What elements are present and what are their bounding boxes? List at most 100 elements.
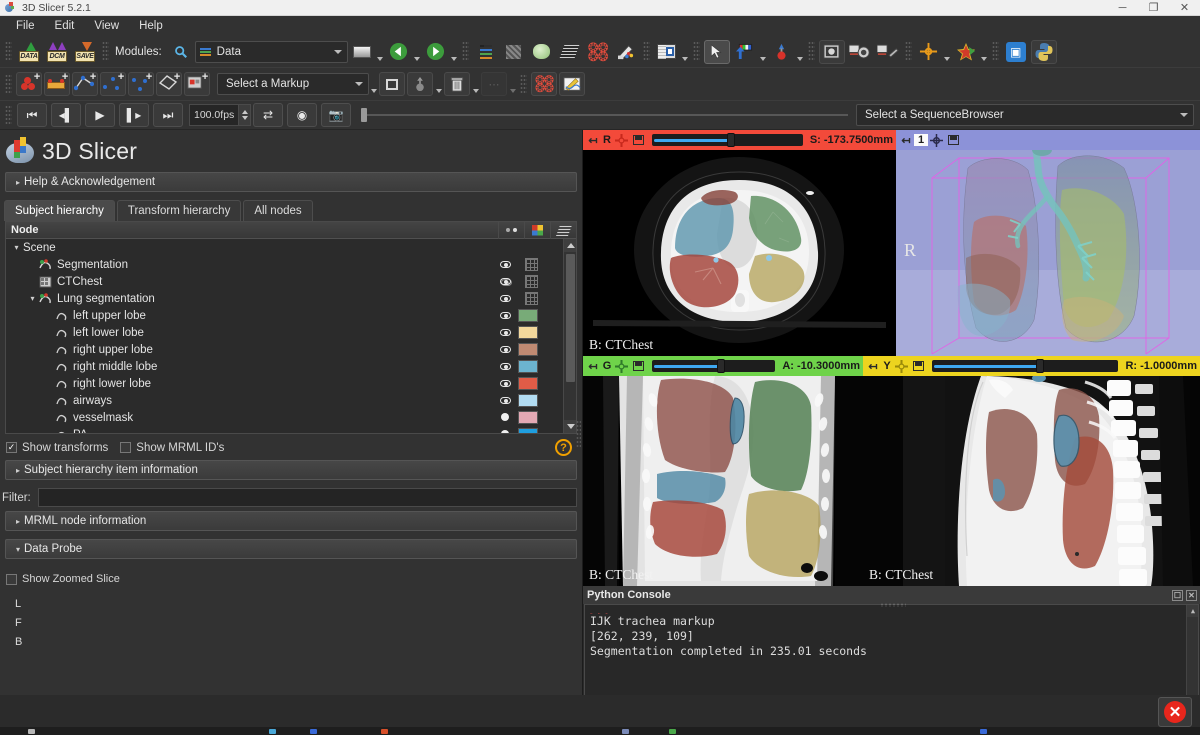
console-scrollbar[interactable]: ▲ ▼: [1186, 605, 1198, 708]
angle-icon[interactable]: +: [72, 72, 98, 96]
view-splitter[interactable]: [880, 603, 906, 607]
show-in-3d-icon[interactable]: [631, 359, 646, 373]
tab-all-nodes[interactable]: All nodes: [243, 200, 312, 221]
sequence-chevron-down-icon[interactable]: [1177, 113, 1191, 117]
line-icon[interactable]: +: [44, 72, 70, 96]
scroll-down-icon[interactable]: [564, 420, 576, 433]
crosshair-point-chevron-down-icon[interactable]: [796, 40, 805, 64]
tab-subject-hierarchy[interactable]: Subject hierarchy: [4, 200, 115, 221]
first-frame-icon[interactable]: ⏮: [17, 103, 47, 127]
tree-row-ctchest[interactable]: CTChest: [6, 273, 576, 290]
python-icon[interactable]: [1031, 40, 1057, 64]
models-icon[interactable]: [529, 40, 555, 64]
threed-view[interactable]: ↤ 1: [896, 130, 1200, 356]
delete-chevron-down-icon[interactable]: [471, 72, 480, 96]
modules-toolbar-grip[interactable]: [102, 41, 109, 62]
menu-file[interactable]: File: [6, 18, 45, 34]
tree-column-node[interactable]: Node: [11, 224, 39, 236]
crosshair-jump-icon[interactable]: ❂❂❂❂: [531, 72, 557, 96]
module-selector[interactable]: Data: [195, 41, 348, 63]
segment-color-swatch[interactable]: [518, 309, 538, 322]
tree-scrollbar[interactable]: [563, 239, 576, 433]
closed-curve-icon[interactable]: +: [128, 72, 154, 96]
module-favorites-icon[interactable]: [473, 40, 499, 64]
segment-color-swatch[interactable]: [518, 326, 538, 339]
segment-color-swatch[interactable]: [518, 360, 538, 373]
segment-color-swatch[interactable]: [518, 394, 538, 407]
screenshot-layout-icon[interactable]: [654, 40, 680, 64]
undock-icon[interactable]: ☐: [1172, 590, 1183, 601]
chevron-down-icon[interactable]: [331, 50, 345, 54]
visibility-eye-icon[interactable]: [498, 344, 512, 356]
visibility-eye-icon[interactable]: [498, 378, 512, 390]
roi-icon[interactable]: +: [184, 72, 210, 96]
visibility-eye-icon[interactable]: [498, 293, 512, 305]
taskbar-item[interactable]: [980, 729, 987, 734]
plane-icon[interactable]: +: [156, 72, 182, 96]
modules-fav-grip[interactable]: [462, 41, 469, 62]
visibility-eye-icon[interactable]: [498, 259, 512, 271]
extensions-grip[interactable]: [992, 41, 999, 62]
tree-row-pa[interactable]: PA: [6, 426, 576, 433]
transform-grid-icon[interactable]: [525, 275, 538, 288]
help-acknowledgement-section[interactable]: Help & Acknowledgement: [5, 172, 577, 192]
layout-icon[interactable]: [349, 40, 375, 64]
load-data-icon[interactable]: DATA: [16, 40, 42, 64]
visibility-eye-icon[interactable]: [498, 395, 512, 407]
lock-icon[interactable]: [407, 72, 433, 96]
window-level-icon[interactable]: [732, 40, 758, 64]
tree-row-vesselmask[interactable]: vesselmask: [6, 409, 576, 426]
snapshot-icon[interactable]: 📷: [321, 103, 351, 127]
taskbar-item[interactable]: [269, 729, 276, 734]
axial-slice-view[interactable]: ↤ R S: -173.7500mm: [583, 130, 896, 356]
sagittal-slice-view[interactable]: ↤ Y R: -1.0000mm: [863, 356, 1200, 586]
visibility-eye-icon[interactable]: [498, 361, 512, 373]
reset-field-of-view-icon[interactable]: [614, 133, 629, 147]
markup-selector[interactable]: Select a Markup: [217, 73, 369, 95]
segment-color-swatch[interactable]: [518, 377, 538, 390]
taskbar-item[interactable]: [381, 729, 388, 734]
data-probe-section[interactable]: Data Probe: [5, 539, 577, 559]
tree-row-airways[interactable]: airways: [6, 392, 576, 409]
place-mode-icon[interactable]: [379, 72, 405, 96]
point-list-icon[interactable]: +: [16, 72, 42, 96]
tree-row-right-middle-lobe[interactable]: right middle lobe: [6, 358, 576, 375]
color-icon[interactable]: [953, 40, 979, 64]
extensions-icon[interactable]: ▣: [1003, 40, 1029, 64]
tree-column-visibility[interactable]: [498, 222, 524, 239]
mouse-grip[interactable]: [693, 41, 700, 62]
capture-grip[interactable]: [808, 41, 815, 62]
visibility-eye-icon[interactable]: [498, 327, 512, 339]
color-chevron-down-icon[interactable]: [980, 40, 989, 64]
tree-row-scene[interactable]: ▾Scene: [6, 239, 576, 256]
tree-row-right-upper-lobe[interactable]: right upper lobe: [6, 341, 576, 358]
crosshair-icon[interactable]: [916, 40, 942, 64]
chevron-down-icon[interactable]: ▾: [26, 294, 39, 303]
fps-input[interactable]: 100.0fps: [189, 104, 251, 126]
delete-icon[interactable]: [444, 72, 470, 96]
undo-icon[interactable]: [386, 40, 412, 64]
segment-color-swatch[interactable]: [518, 343, 538, 356]
curve-icon[interactable]: +: [100, 72, 126, 96]
transform-grid-icon[interactable]: [525, 292, 538, 305]
layout-chevron-down-icon[interactable]: [376, 40, 385, 64]
markups-toolbar-grip[interactable]: [5, 74, 12, 95]
redo-chevron-down-icon[interactable]: [450, 40, 459, 64]
save-data-icon[interactable]: SAVE: [72, 40, 98, 64]
markup-extra-chevron-down-icon[interactable]: [369, 72, 378, 96]
loop-icon[interactable]: ⇄: [253, 103, 283, 127]
tree-row-left-upper-lobe[interactable]: left upper lobe: [6, 307, 576, 324]
tree-row-lung-segmentation[interactable]: ▾Lung segmentation: [6, 290, 576, 307]
sagittal-slice-offset-slider[interactable]: [932, 360, 1118, 372]
last-frame-icon[interactable]: ⏭: [153, 103, 183, 127]
menu-help[interactable]: Help: [129, 18, 173, 34]
sequence-slider[interactable]: [361, 105, 848, 125]
center-view-icon[interactable]: [929, 133, 944, 147]
crosshair-grip[interactable]: [905, 41, 912, 62]
item-information-section[interactable]: Subject hierarchy item information: [5, 460, 577, 480]
scene-views-icon[interactable]: [875, 40, 901, 64]
minimize-button[interactable]: ─: [1107, 0, 1138, 16]
tab-transform-hierarchy[interactable]: Transform hierarchy: [117, 200, 241, 221]
crosshair-point-icon[interactable]: [769, 40, 795, 64]
help-icon[interactable]: ?: [555, 439, 572, 456]
